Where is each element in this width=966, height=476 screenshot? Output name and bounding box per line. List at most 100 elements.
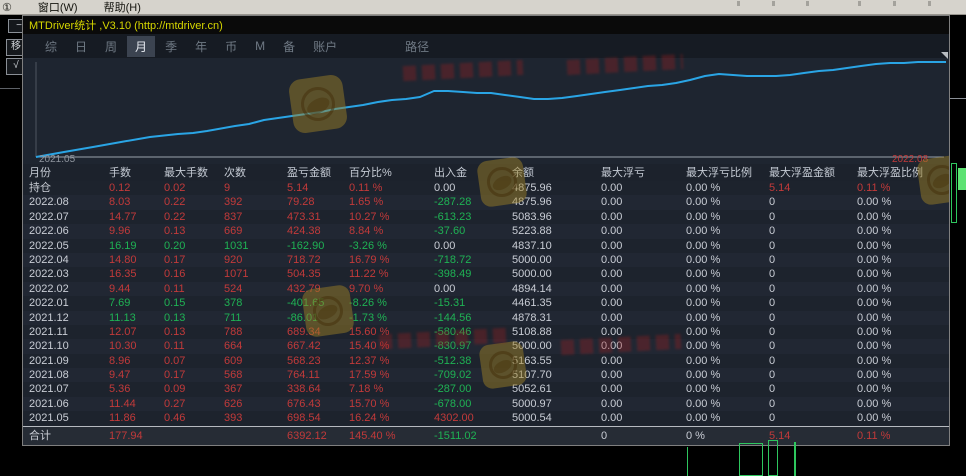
value-cell: 568: [224, 368, 287, 382]
table-row[interactable]: 2022.0714.770.22837473.3110.27 %-613.235…: [23, 210, 949, 224]
tab-综[interactable]: 综: [37, 36, 65, 57]
month-cell: 2021.07: [29, 382, 109, 396]
value-cell: -613.23: [434, 210, 512, 224]
month-cell: 2021.10: [29, 339, 109, 353]
value-cell: 7.18 %: [349, 382, 434, 396]
value-cell: 718.72: [287, 253, 349, 267]
table-row[interactable]: 2021.1211.130.13711-86.01-1.73 %-144.564…: [23, 311, 949, 325]
side-divider: [0, 88, 20, 89]
value-cell: 5.14: [769, 181, 857, 195]
value-cell: 0.00: [601, 253, 686, 267]
value-cell: 0.13: [164, 224, 224, 238]
value-cell: 0.00 %: [686, 311, 769, 325]
value-cell: 0.00 %: [857, 382, 949, 396]
path-button[interactable]: 路径: [405, 38, 429, 55]
tab-季[interactable]: 季: [157, 36, 185, 57]
value-cell: 667.42: [287, 339, 349, 353]
value-cell: 0.12: [109, 181, 164, 195]
value-cell: 9.47: [109, 368, 164, 382]
table-row[interactable]: 2021.0511.860.46393698.5416.24 %4302.005…: [23, 411, 949, 425]
value-cell: 0.00: [601, 354, 686, 368]
value-cell: 0.00: [601, 210, 686, 224]
panel-title-bar[interactable]: MTDriver统计 ,V3.10 (http://mtdriver.cn): [23, 16, 949, 34]
month-cell: 2022.02: [29, 282, 109, 296]
value-cell: 626: [224, 397, 287, 411]
value-cell: 14.77: [109, 210, 164, 224]
watermark-logo: [288, 74, 349, 135]
value-cell: 0.00 %: [857, 296, 949, 310]
value-cell: 0.00 %: [686, 296, 769, 310]
value-cell: 8.96: [109, 354, 164, 368]
value-cell: 11.13: [109, 311, 164, 325]
table-row[interactable]: 2022.0516.190.201031-162.90-3.26 %0.0048…: [23, 239, 949, 253]
menu-item-help[interactable]: 帮助(H): [104, 0, 141, 15]
menu-item-partial[interactable]: ①: [2, 1, 12, 14]
value-cell: 9.44: [109, 282, 164, 296]
value-cell: 12.07: [109, 325, 164, 339]
tab-年[interactable]: 年: [187, 36, 215, 57]
toolbar-fragment-icon: [893, 1, 896, 6]
value-cell: 0: [601, 427, 686, 445]
tab-M[interactable]: M: [247, 37, 273, 55]
month-cell: 2021.08: [29, 368, 109, 382]
value-cell: 0: [769, 397, 857, 411]
value-cell: 0.09: [164, 382, 224, 396]
value-cell: 0.00 %: [857, 253, 949, 267]
menu-item-window[interactable]: 窗口(W): [38, 0, 78, 15]
table-body: 持仓0.120.0295.140.11 %0.004875.960.000.00…: [23, 181, 949, 426]
watermark-logo: [478, 340, 528, 390]
value-cell: 4894.14: [512, 282, 601, 296]
tab-账户[interactable]: 账户: [305, 36, 345, 57]
value-cell: 524: [224, 282, 287, 296]
value-cell: 11.86: [109, 411, 164, 425]
month-cell: 2021.11: [29, 325, 109, 339]
tab-日[interactable]: 日: [67, 36, 95, 57]
column-header: 最大浮亏: [601, 164, 686, 181]
value-cell: 0.27: [164, 397, 224, 411]
table-row[interactable]: 2022.029.440.11524432.799.70 %0.004894.1…: [23, 282, 949, 296]
tab-备[interactable]: 备: [275, 36, 303, 57]
tab-周[interactable]: 周: [97, 36, 125, 57]
value-cell: 0.00 %: [857, 339, 949, 353]
candlestick-fragment: [739, 443, 763, 476]
value-cell: 5000.00: [512, 253, 601, 267]
value-cell: 0.00 %: [857, 210, 949, 224]
value-cell: 0.00 %: [686, 239, 769, 253]
value-cell: 0: [769, 368, 857, 382]
value-cell: -3.26 %: [349, 239, 434, 253]
value-cell: 1071: [224, 267, 287, 281]
value-cell: 0.00 %: [857, 368, 949, 382]
value-cell: 0: [769, 354, 857, 368]
value-cell: 0.00 %: [686, 354, 769, 368]
value-cell: 5.36: [109, 382, 164, 396]
value-cell: 0.00 %: [857, 282, 949, 296]
tab-月[interactable]: 月: [127, 36, 155, 57]
value-cell: 0.00 %: [857, 267, 949, 281]
month-cell: 持仓: [29, 181, 109, 195]
column-header: 余额: [512, 164, 601, 181]
value-cell: 0.17: [164, 253, 224, 267]
table-row[interactable]: 2021.0611.440.27626676.4315.70 %-678.005…: [23, 397, 949, 411]
table-row[interactable]: 2022.0316.350.161071504.3511.22 %-398.49…: [23, 267, 949, 281]
value-cell: 711: [224, 311, 287, 325]
value-cell: [512, 427, 601, 445]
watermark-logo: [301, 284, 355, 338]
table-row[interactable]: 2022.0414.800.17920718.7216.79 %-718.725…: [23, 253, 949, 267]
value-cell: 10.27 %: [349, 210, 434, 224]
column-header: 手数: [109, 164, 164, 181]
value-cell: -398.49: [434, 267, 512, 281]
value-cell: 0.00 %: [686, 253, 769, 267]
value-cell: -15.31: [434, 296, 512, 310]
value-cell: 11.44: [109, 397, 164, 411]
value-cell: 4878.31: [512, 311, 601, 325]
value-cell: 0.11 %: [857, 427, 949, 445]
value-cell: 0.22: [164, 210, 224, 224]
month-cell: 2022.01: [29, 296, 109, 310]
value-cell: 0.00: [434, 239, 512, 253]
value-cell: 0.02: [164, 181, 224, 195]
table-row[interactable]: 2022.017.690.15378-401.65-8.26 %-15.3144…: [23, 296, 949, 310]
table-row[interactable]: 2022.069.960.13669424.388.84 %-37.605223…: [23, 224, 949, 238]
value-cell: 145.40 %: [349, 427, 434, 445]
tab-币[interactable]: 币: [217, 36, 245, 57]
value-cell: 0.00 %: [686, 181, 769, 195]
